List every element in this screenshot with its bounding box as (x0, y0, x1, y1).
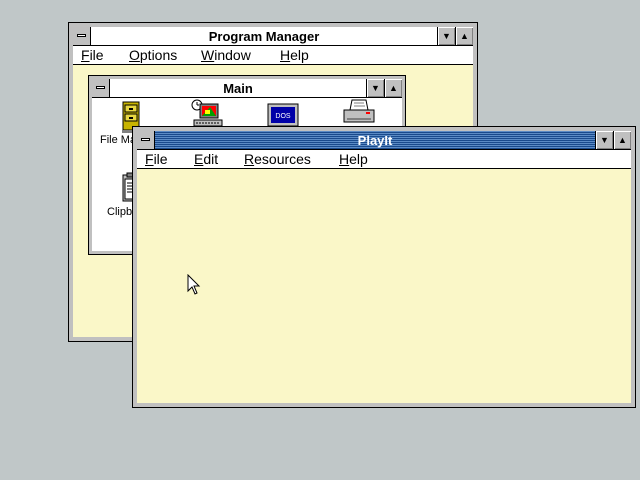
svg-text:DOS: DOS (275, 113, 291, 120)
menu-help[interactable]: Help (280, 47, 309, 63)
clipboard-viewer-label: Clipb (107, 206, 133, 218)
file-manager-label: File Ma (100, 134, 137, 146)
playit-control-menu-icon (141, 138, 150, 141)
main-group-title: Main (223, 81, 253, 96)
main-control-menu-box[interactable] (92, 79, 110, 97)
menu-options[interactable]: Options (129, 47, 177, 63)
menu-file[interactable]: File (81, 47, 104, 63)
playit-maximize-button[interactable]: ▲ (613, 131, 631, 149)
program-manager-menubar: File Options Window Help (73, 46, 473, 65)
menu-window[interactable]: Window (201, 47, 251, 63)
main-control-menu-icon (96, 86, 105, 89)
mouse-pointer-icon (187, 274, 201, 295)
control-menu-icon (77, 34, 86, 37)
program-manager-title: Program Manager (208, 29, 320, 44)
main-maximize-button[interactable]: ▲ (384, 79, 402, 97)
playit-titlebar[interactable]: PlayIt ▼ ▲ (137, 131, 631, 150)
playit-menu-file[interactable]: File (145, 151, 168, 167)
playit-control-menu-box[interactable] (137, 131, 155, 149)
playit-menu-help[interactable]: Help (339, 151, 368, 167)
control-menu-box[interactable] (73, 27, 91, 45)
playit-menubar: File Edit Resources Help (137, 150, 631, 169)
main-minimize-button[interactable]: ▼ (366, 79, 384, 97)
playit-window[interactable]: PlayIt ▼ ▲ File Edit Resources Help (132, 126, 636, 408)
main-group-titlebar[interactable]: Main ▼ ▲ (92, 79, 402, 98)
program-manager-titlebar[interactable]: Program Manager ▼ ▲ (73, 27, 473, 46)
playit-minimize-button[interactable]: ▼ (595, 131, 613, 149)
maximize-button[interactable]: ▲ (455, 27, 473, 45)
playit-title: PlayIt (357, 133, 393, 148)
playit-menu-edit[interactable]: Edit (194, 151, 218, 167)
playit-menu-resources[interactable]: Resources (244, 151, 311, 167)
playit-client-area[interactable] (137, 169, 631, 403)
minimize-button[interactable]: ▼ (437, 27, 455, 45)
